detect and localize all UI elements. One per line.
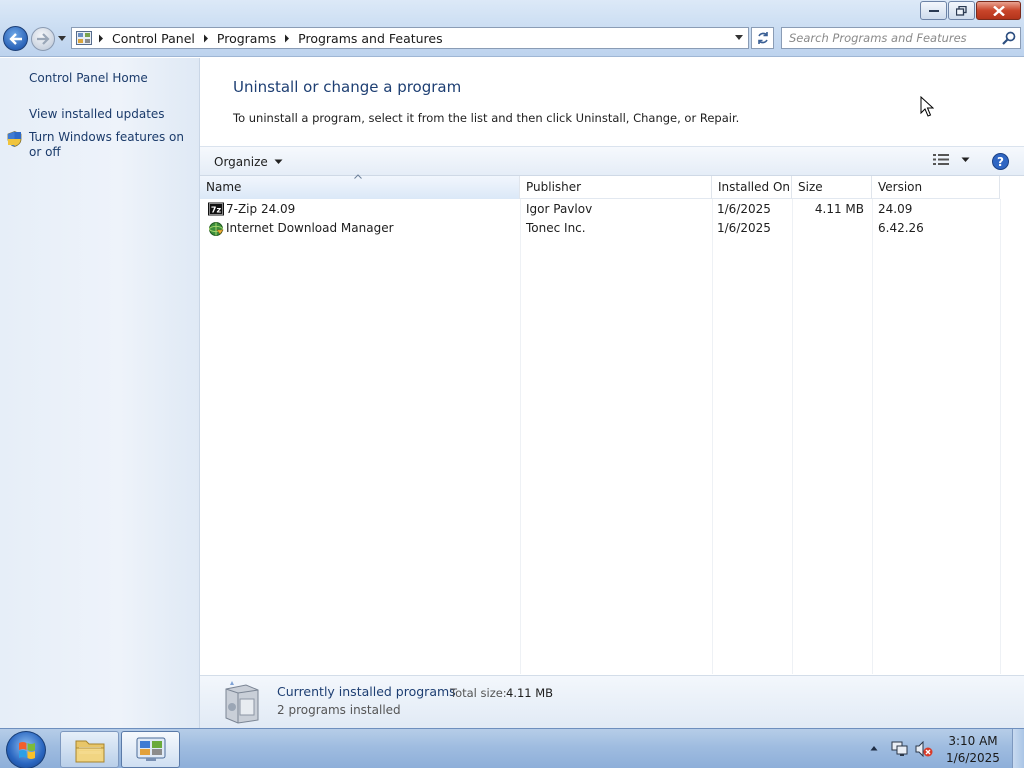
page-description: To uninstall a program, select it from t… [233,111,740,125]
help-icon[interactable]: ? [992,153,1009,170]
column-version-label: Version [878,180,923,194]
close-button[interactable] [976,1,1021,20]
column-headers: Name Publisher Installed On Size Version [200,174,1000,199]
program-size [792,219,864,238]
minimize-button[interactable] [920,1,947,20]
control-panel-icon [136,737,165,761]
back-button[interactable] [3,26,28,51]
program-publisher: Tonec Inc. [526,221,586,235]
column-header-publisher[interactable]: Publisher [520,176,712,199]
refresh-icon [757,32,768,44]
address-history-dropdown-icon[interactable] [734,34,744,42]
column-divider [520,199,521,674]
show-hidden-icons-icon[interactable] [870,745,878,751]
control-panel-icon [74,28,94,48]
address-bar[interactable]: Control Panel Programs Programs and Feat… [71,27,749,49]
command-bar: Organize ? [200,146,1024,176]
7zip-icon: 7z [208,202,224,216]
view-installed-updates-link[interactable]: View installed updates [29,107,194,122]
chevron-down-icon [274,159,283,164]
arrow-left-icon [8,32,22,45]
program-version: 6.42.26 [878,221,924,235]
column-installed-on-label: Installed On [718,180,790,194]
table-row[interactable]: Internet Download Manager Tonec Inc. 1/6… [200,219,1000,238]
minimize-icon [928,9,939,12]
search-icon[interactable] [1002,31,1016,45]
program-name: 7-Zip 24.09 [226,202,296,216]
program-publisher: Igor Pavlov [526,202,593,216]
recent-pages-dropdown-icon[interactable] [57,35,67,43]
system-clock[interactable]: 3:10 AM 1/6/2025 [944,733,1002,767]
clock-time: 3:10 AM [948,734,998,748]
breadcrumb-separator-icon[interactable] [280,34,294,43]
programs-count: 2 programs installed [277,703,401,717]
column-divider [1000,199,1001,674]
taskbar-control-panel-button[interactable] [121,731,180,768]
column-divider [792,199,793,674]
mouse-cursor-icon [920,96,934,117]
clock-date: 1/6/2025 [946,751,1000,765]
forward-button[interactable] [31,27,55,51]
page-title: Uninstall or change a program [233,78,462,96]
breadcrumb-programs-and-features[interactable]: Programs and Features [294,31,446,46]
main-content: Uninstall or change a program To uninsta… [200,58,1024,728]
column-publisher-label: Publisher [526,180,582,194]
details-view-icon [933,154,949,165]
arrow-right-icon [37,33,50,45]
program-size: 4.11 MB [814,202,864,216]
column-header-size[interactable]: Size [792,176,872,199]
column-header-name[interactable]: Name [200,174,520,199]
column-divider [872,199,873,674]
sort-ascending-icon [354,174,362,179]
breadcrumb-programs[interactable]: Programs [213,31,280,46]
close-icon [992,5,1005,16]
network-icon[interactable] [891,741,908,757]
svg-text:7z: 7z [211,206,222,215]
restore-button[interactable] [948,1,975,20]
windows-logo-icon [19,742,35,759]
total-size-label: Total size: [450,686,507,700]
volume-muted-icon[interactable] [915,741,933,757]
control-panel-home-link[interactable]: Control Panel Home [29,71,194,86]
restore-icon [956,5,967,16]
column-size-label: Size [798,180,823,194]
installed-programs-box-icon [225,681,259,724]
column-header-installed-on[interactable]: Installed On [712,176,792,199]
organize-label: Organize [214,155,268,169]
chevron-down-icon [961,157,970,162]
organize-button[interactable]: Organize [208,152,289,172]
shield-icon [7,131,22,147]
search-box[interactable] [781,27,1021,49]
start-button[interactable] [6,731,46,768]
table-row[interactable]: 7z 7-Zip 24.09 Igor Pavlov 1/6/2025 4.11… [200,200,1000,219]
column-divider [712,199,713,674]
program-installed-on: 1/6/2025 [717,221,771,235]
program-installed-on: 1/6/2025 [717,202,771,216]
details-pane: Currently installed programs Total size:… [200,675,1024,728]
column-header-version[interactable]: Version [872,176,1000,199]
breadcrumb-separator-icon[interactable] [199,34,213,43]
folder-icon [75,740,104,762]
show-desktop-button[interactable] [1012,729,1024,768]
turn-windows-features-link[interactable]: Turn Windows features on or off [29,130,194,160]
breadcrumb-control-panel[interactable]: Control Panel [108,31,199,46]
change-view-button[interactable] [933,153,970,166]
status-title: Currently installed programs [277,684,456,699]
search-input[interactable] [782,28,992,48]
idm-icon [209,222,224,236]
program-version: 24.09 [878,202,913,216]
title-bar: Control Panel Programs Programs and Feat… [0,0,1024,57]
program-name: Internet Download Manager [226,221,394,235]
breadcrumb-separator-icon[interactable] [94,34,108,43]
taskbar: 3:10 AM 1/6/2025 [0,728,1024,768]
taskbar-explorer-button[interactable] [60,731,119,768]
total-size-value: 4.11 MB [506,686,554,700]
svg-text:?: ? [997,155,1004,169]
window-controls [920,1,1021,20]
column-name-label: Name [206,180,242,194]
refresh-button[interactable] [751,27,774,49]
task-pane: Control Panel Home View installed update… [0,58,200,728]
